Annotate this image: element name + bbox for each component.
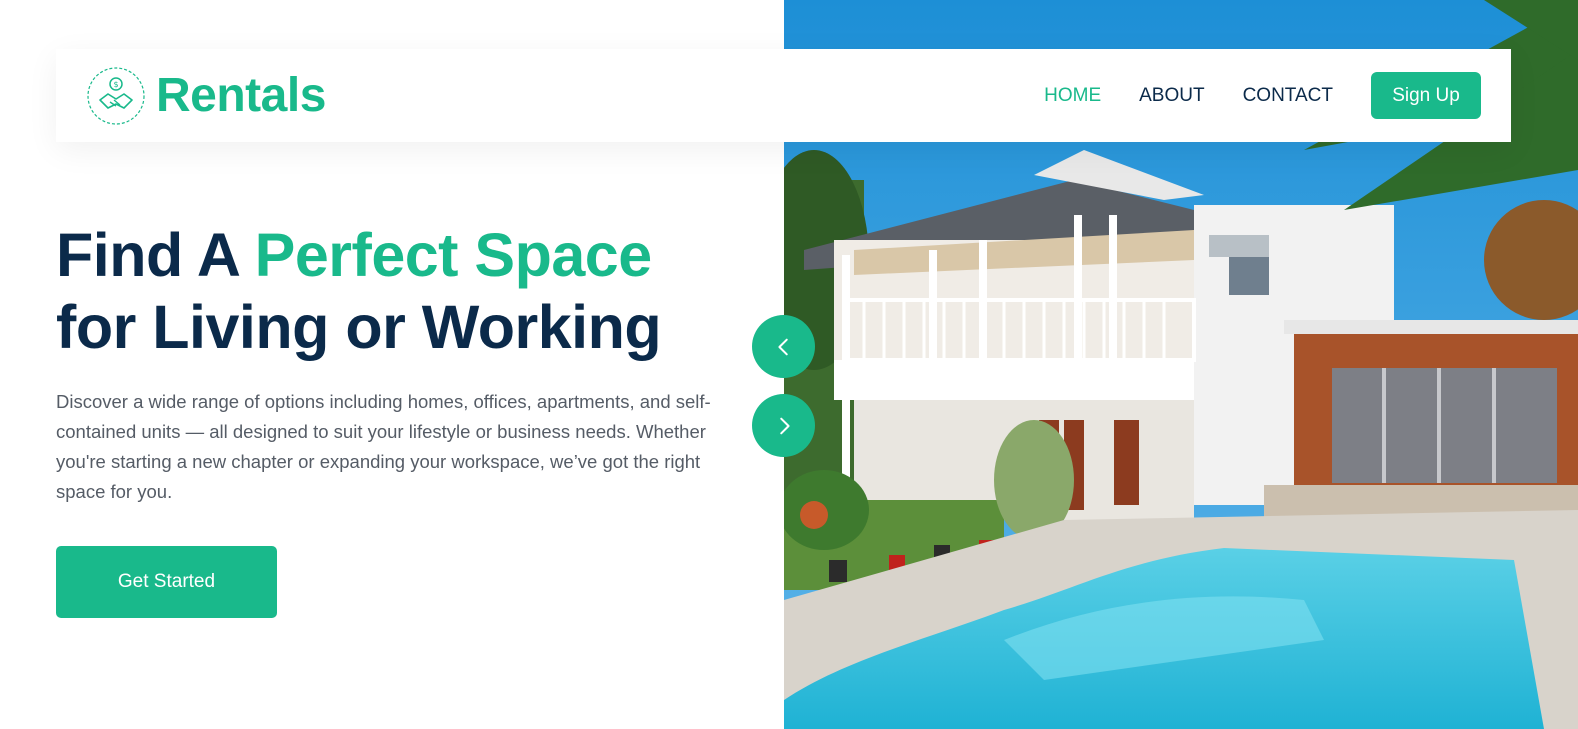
hero-title-part1: Find A	[56, 221, 255, 289]
hero-title: Find A Perfect Space for Living or Workin…	[56, 219, 776, 363]
hero-title-accent: Perfect Space	[254, 221, 653, 289]
handshake-icon: $	[87, 66, 145, 125]
chevron-right-icon	[779, 417, 790, 434]
brand[interactable]: $ Rentals	[86, 66, 326, 126]
slider-prev-button[interactable]	[752, 315, 815, 378]
get-started-button[interactable]: Get Started	[56, 546, 277, 618]
sign-up-button[interactable]: Sign Up	[1371, 72, 1481, 119]
brand-name: Rentals	[156, 69, 326, 122]
svg-text:$: $	[113, 80, 118, 89]
main-nav: HOME ABOUT CONTACT Sign Up	[1006, 72, 1481, 119]
hero-description: Discover a wide range of options includi…	[56, 391, 711, 502]
nav-home-link[interactable]: HOME	[1044, 85, 1101, 107]
site-header: $ Rentals HOME ABOUT CONTACT Sign Up	[56, 49, 1511, 142]
nav-contact-link[interactable]: CONTACT	[1243, 85, 1333, 107]
chevron-left-icon	[777, 338, 788, 355]
hero-title-part2: for Living or Working	[56, 293, 662, 361]
slider-next-button[interactable]	[752, 394, 815, 457]
nav-about-link[interactable]: ABOUT	[1139, 85, 1204, 107]
